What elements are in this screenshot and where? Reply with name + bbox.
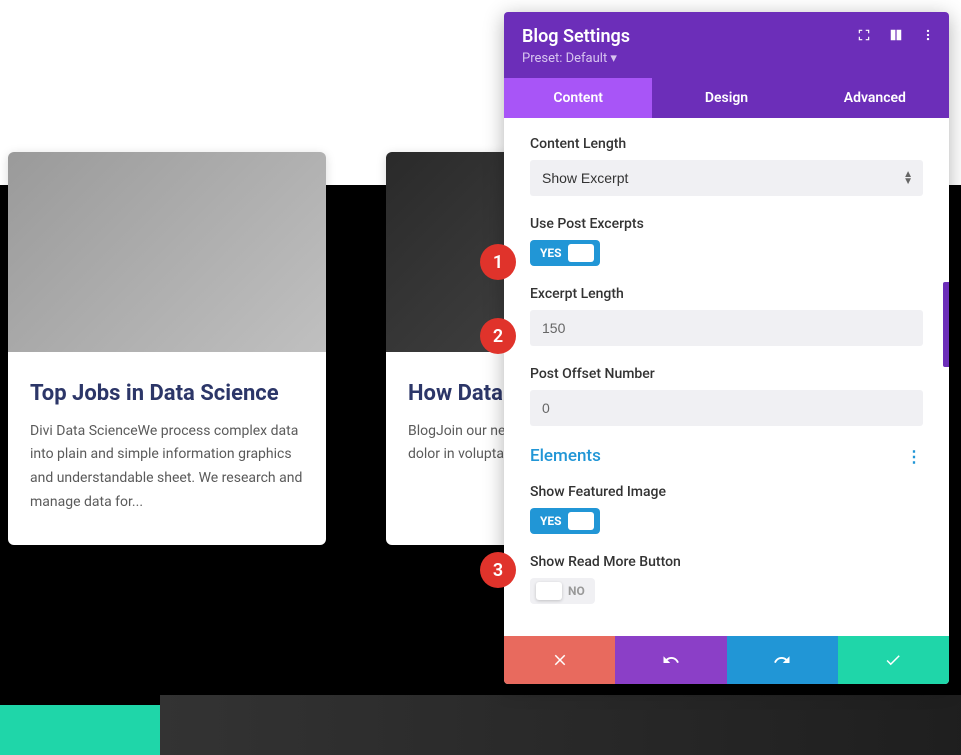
toggle-knob [568, 244, 594, 262]
panel-preset[interactable]: Preset: Default ▾ [522, 51, 931, 66]
panel-tabs: Content Design Advanced [504, 78, 949, 118]
expand-icon[interactable] [857, 28, 871, 42]
use-excerpts-toggle[interactable]: YES [530, 240, 600, 266]
post-offset-input[interactable] [530, 390, 923, 426]
panel-header: Blog Settings Preset: Default ▾ [504, 12, 949, 78]
section-more-icon[interactable]: ⋮ [906, 447, 923, 466]
content-length-select[interactable]: Show Excerpt [530, 160, 923, 196]
annotation-badge: 2 [480, 318, 516, 354]
show-readmore-toggle[interactable]: NO [530, 578, 595, 604]
cancel-button[interactable] [504, 636, 615, 684]
panel-body: Content Length Show Excerpt ▲▼ Use Post … [504, 118, 949, 636]
use-excerpts-label: Use Post Excerpts [530, 216, 923, 232]
columns-icon[interactable] [889, 28, 903, 42]
annotation-badge: 1 [480, 244, 516, 280]
show-featured-toggle[interactable]: YES [530, 508, 600, 534]
scrollbar-thumb[interactable] [943, 282, 949, 367]
toggle-knob [536, 582, 562, 600]
green-accent-block [0, 705, 160, 755]
save-button[interactable] [838, 636, 949, 684]
card-excerpt: Divi Data ScienceWe process complex data… [30, 420, 304, 515]
post-offset-label: Post Offset Number [530, 366, 923, 382]
elements-section-title[interactable]: Elements [530, 446, 601, 466]
card-image [8, 152, 326, 352]
card-title[interactable]: Top Jobs in Data Science [30, 380, 304, 408]
content-length-label: Content Length [530, 136, 923, 152]
more-icon[interactable] [921, 28, 935, 42]
panel-footer [504, 636, 949, 684]
excerpt-length-input[interactable] [530, 310, 923, 346]
show-readmore-label: Show Read More Button [530, 554, 923, 570]
tab-advanced[interactable]: Advanced [801, 78, 949, 118]
tab-content[interactable]: Content [504, 78, 652, 118]
toggle-knob [568, 512, 594, 530]
blog-card[interactable]: Top Jobs in Data Science Divi Data Scien… [8, 152, 326, 545]
annotation-badge: 3 [480, 552, 516, 588]
settings-panel: Blog Settings Preset: Default ▾ Content … [504, 12, 949, 684]
tab-design[interactable]: Design [652, 78, 800, 118]
excerpt-length-label: Excerpt Length [530, 286, 923, 302]
redo-button[interactable] [727, 636, 838, 684]
show-featured-label: Show Featured Image [530, 484, 923, 500]
page-bg-bottom [160, 695, 961, 755]
undo-button[interactable] [615, 636, 726, 684]
